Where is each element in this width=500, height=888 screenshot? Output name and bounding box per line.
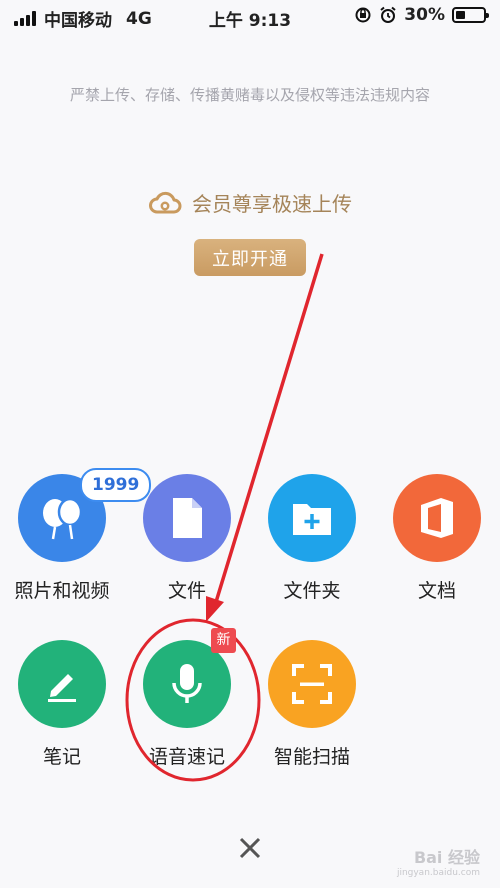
cloud-icon	[149, 191, 182, 213]
watermark-url: jingyan.baidu.com	[396, 868, 480, 878]
close-icon[interactable]	[234, 832, 266, 864]
file-icon	[143, 474, 231, 562]
upload-note-label: 笔记	[42, 746, 81, 768]
pen-icon	[18, 640, 106, 728]
new-badge: 新	[211, 628, 236, 653]
voice-memo-label: 语音速记	[148, 746, 225, 768]
upload-file-label: 文件	[167, 580, 206, 602]
smart-scan-label: 智能扫描	[273, 746, 350, 768]
microphone-icon	[143, 640, 231, 728]
voice-memo[interactable]: 语音速记	[127, 640, 247, 769]
alarm-icon	[380, 6, 396, 23]
status-bar: 中国移动 4G 上午 9:13 30%	[0, 0, 500, 34]
watermark: Bai 经验 jingyan.baidu.com	[397, 844, 480, 878]
battery-icon	[452, 7, 489, 23]
office-icon	[393, 474, 481, 562]
folder-add-icon	[268, 474, 356, 562]
upload-note[interactable]: 笔记	[2, 640, 122, 769]
upload-folder[interactable]: 文件夹	[252, 474, 372, 603]
content-policy-notice: 严禁上传、存储、传播黄赌毒以及侵权等违法违规内容	[69, 86, 430, 104]
upload-document-label: 文档	[417, 580, 456, 602]
vip-promo: 会员尊享极速上传	[0, 188, 500, 217]
upload-document[interactable]: 文档	[377, 474, 497, 603]
battery-percent: 30%	[404, 5, 445, 25]
activate-vip-button[interactable]: 立即开通	[194, 239, 306, 276]
upload-folder-label: 文件夹	[283, 580, 341, 602]
watermark-brand: Bai 经验	[413, 848, 480, 867]
vip-promo-text: 会员尊享极速上传	[192, 192, 352, 216]
smart-scan[interactable]: 智能扫描	[252, 640, 372, 769]
status-right: 30%	[354, 5, 489, 25]
orientation-lock-icon	[355, 7, 371, 23]
photo-count-badge: 1999	[80, 468, 152, 502]
upload-photos-videos-label: 照片和视频	[14, 580, 110, 602]
scan-icon	[268, 640, 356, 728]
